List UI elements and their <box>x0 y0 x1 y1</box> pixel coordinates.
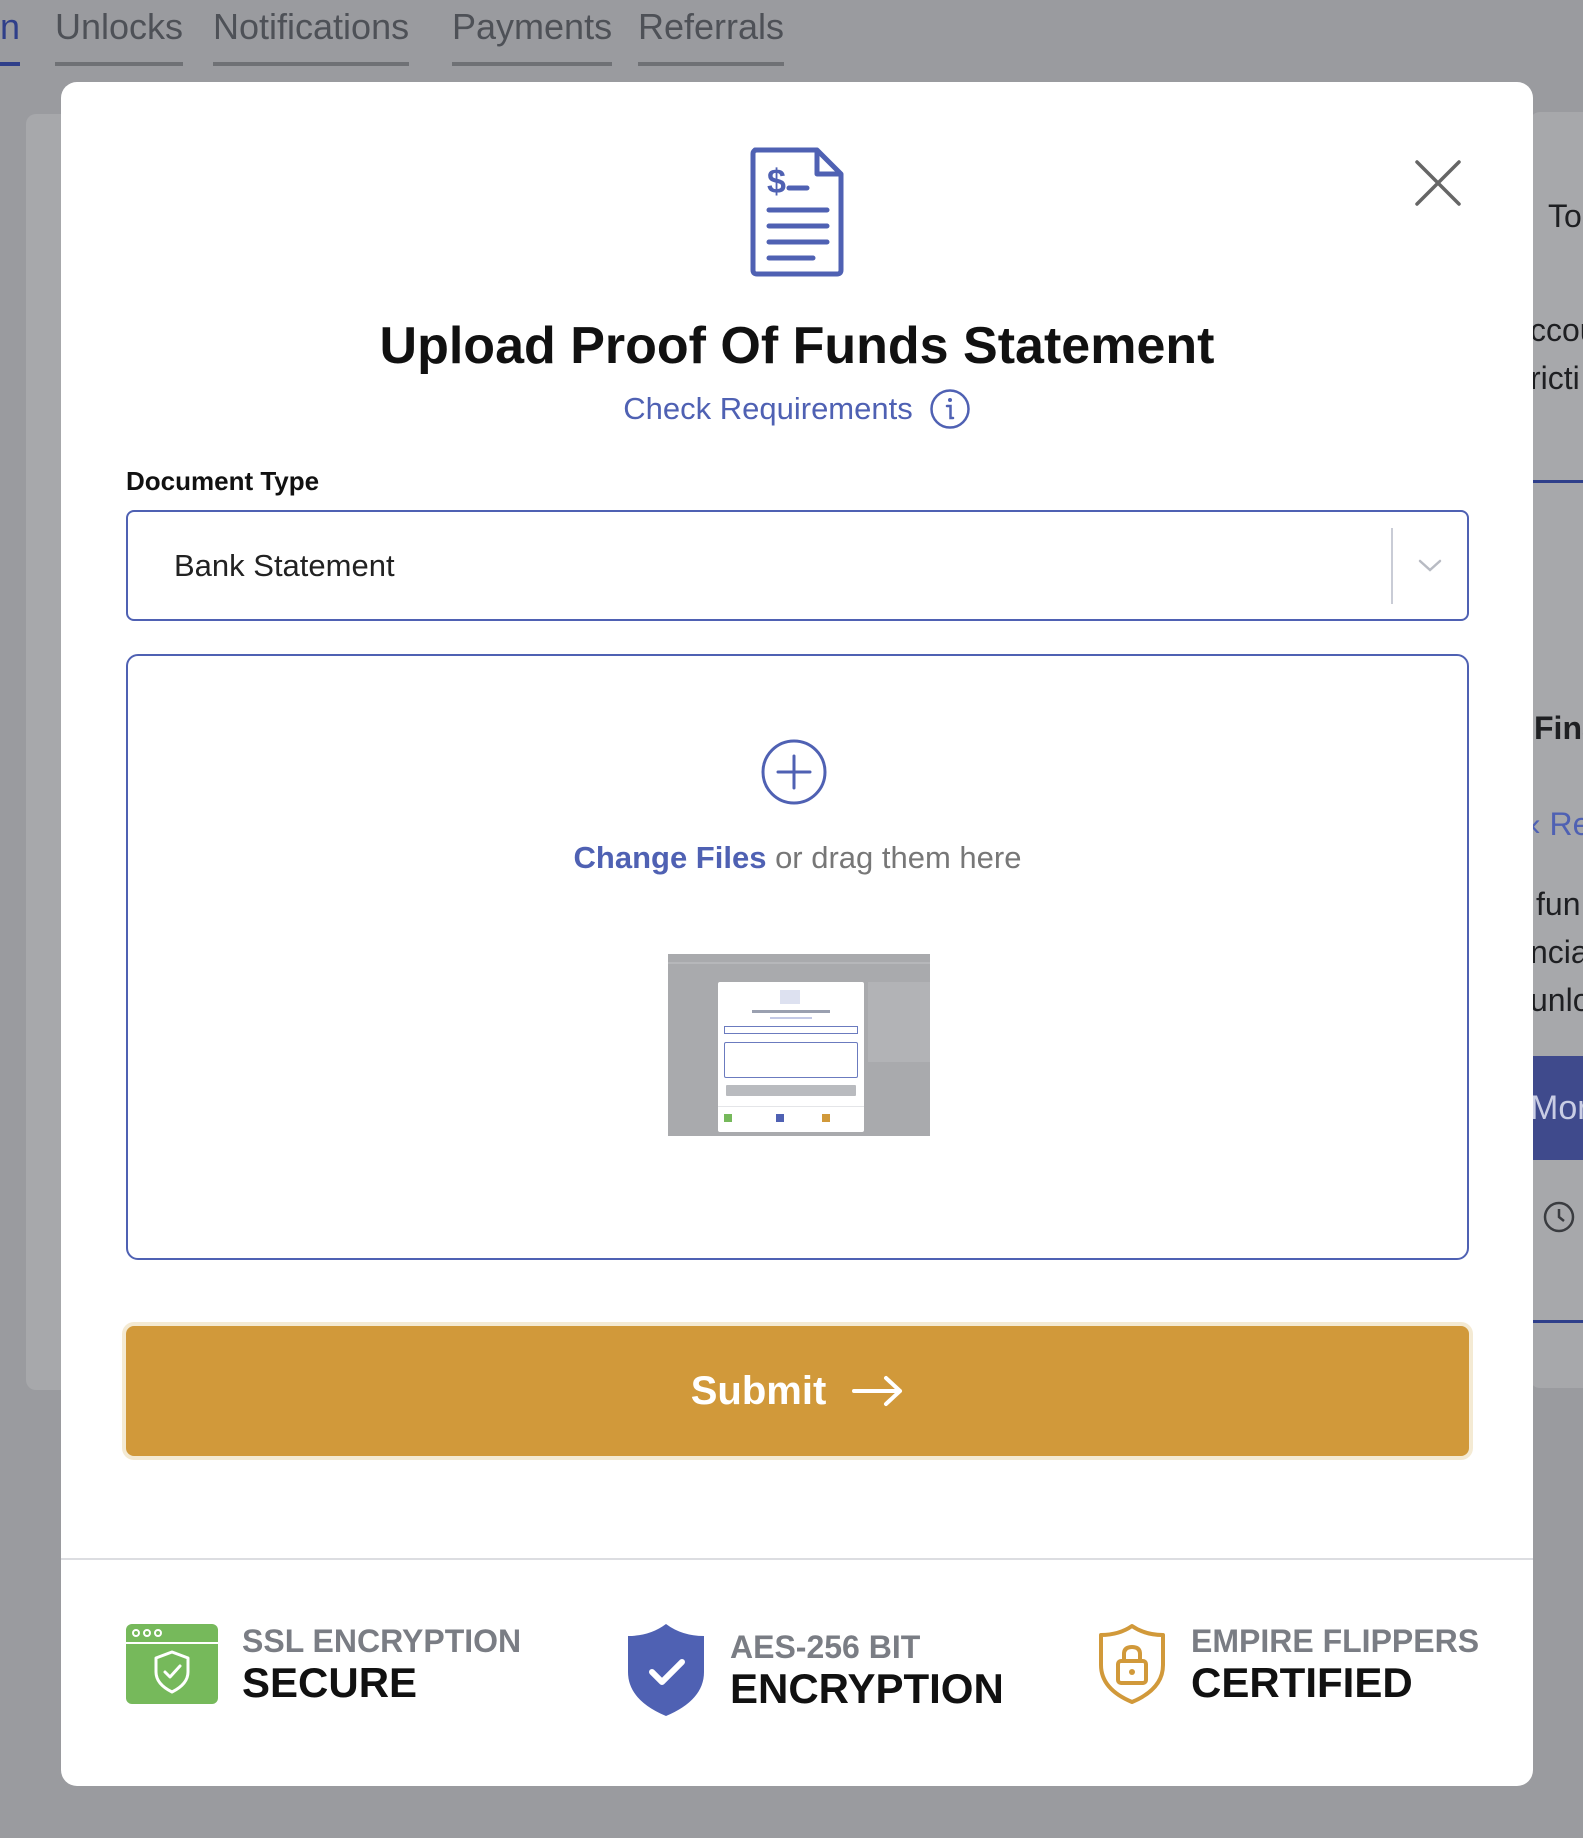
dollar-document-icon: $ <box>750 147 844 277</box>
change-files-link[interactable]: Change Files <box>574 840 767 875</box>
background-text: To <box>1548 198 1582 234</box>
document-type-select[interactable]: Bank Statement <box>126 510 1469 621</box>
uploaded-file-thumbnail <box>668 954 930 1136</box>
background-divider <box>1530 480 1583 483</box>
footer-divider <box>61 1558 1533 1560</box>
aes-badge-main: ENCRYPTION <box>730 1665 1004 1712</box>
lock-shield-icon <box>1099 1624 1165 1704</box>
dropzone-instructions: Change Files or drag them here <box>128 840 1467 876</box>
tab-unlocks[interactable]: Unlocks <box>55 6 184 66</box>
submit-label: Submit <box>690 1368 827 1413</box>
ssl-badge-main: SECURE <box>242 1659 418 1706</box>
check-requirements-row[interactable]: Check Requirements <box>61 388 1533 430</box>
background-card-right <box>1530 112 1583 1388</box>
aes-badge: AES-256 BIT ENCRYPTION <box>626 1622 1004 1718</box>
close-icon[interactable] <box>1403 148 1473 218</box>
background-text: ricti <box>1530 360 1580 396</box>
tab-notifications[interactable]: Notifications <box>213 6 410 66</box>
background-text: ncia <box>1530 934 1583 970</box>
shield-check-icon <box>628 1624 704 1716</box>
ssl-badge-sub: SSL ENCRYPTION <box>242 1623 522 1659</box>
dropzone-suffix: or drag them here <box>766 840 1022 875</box>
tab-payments[interactable]: Payments <box>452 6 613 66</box>
background-divider <box>1530 1320 1583 1323</box>
tab-active-partial[interactable]: n <box>0 6 21 66</box>
background-more-button[interactable]: Mor <box>1530 1056 1583 1160</box>
background-more-label: Mor <box>1530 1089 1583 1127</box>
add-file-plus-icon[interactable] <box>760 738 828 806</box>
certified-badge-main: CERTIFIED <box>1191 1659 1413 1706</box>
browser-shield-icon <box>126 1624 218 1704</box>
ssl-badge: SSL ENCRYPTION SECURE <box>126 1622 521 1706</box>
certified-badge-sub: EMPIRE FLIPPERS <box>1191 1623 1480 1659</box>
background-tabs: n Unlocks Notifications Payments Referra… <box>0 0 1583 70</box>
background-link[interactable]: ‹ Re <box>1530 806 1583 843</box>
tab-referrals[interactable]: Referrals <box>638 6 785 66</box>
modal-title: Upload Proof Of Funds Statement <box>379 317 1215 375</box>
background-text: unlo <box>1530 982 1583 1018</box>
background-text: fun <box>1536 886 1581 922</box>
svg-text:$: $ <box>767 163 786 201</box>
submit-button[interactable]: Submit <box>126 1326 1469 1456</box>
certified-badge: EMPIRE FLIPPERS CERTIFIED <box>1097 1622 1479 1706</box>
background-heading: Fina <box>1534 710 1583 746</box>
check-requirements-link[interactable]: Check Requirements <box>623 391 912 427</box>
document-type-value: Bank Statement <box>174 547 395 583</box>
upload-modal: $ Upload Proof Of Funds Statement Check … <box>61 82 1533 1786</box>
arrow-right-icon <box>852 1376 903 1406</box>
file-dropzone[interactable]: Change Files or drag them here <box>126 654 1469 1260</box>
clock-icon <box>1543 1201 1575 1233</box>
background-text: ccou <box>1530 312 1583 348</box>
document-type-label: Document Type <box>126 466 320 496</box>
chevron-down-icon[interactable] <box>1393 558 1467 574</box>
aes-badge-sub: AES-256 BIT <box>730 1629 921 1665</box>
info-icon[interactable] <box>929 388 971 430</box>
